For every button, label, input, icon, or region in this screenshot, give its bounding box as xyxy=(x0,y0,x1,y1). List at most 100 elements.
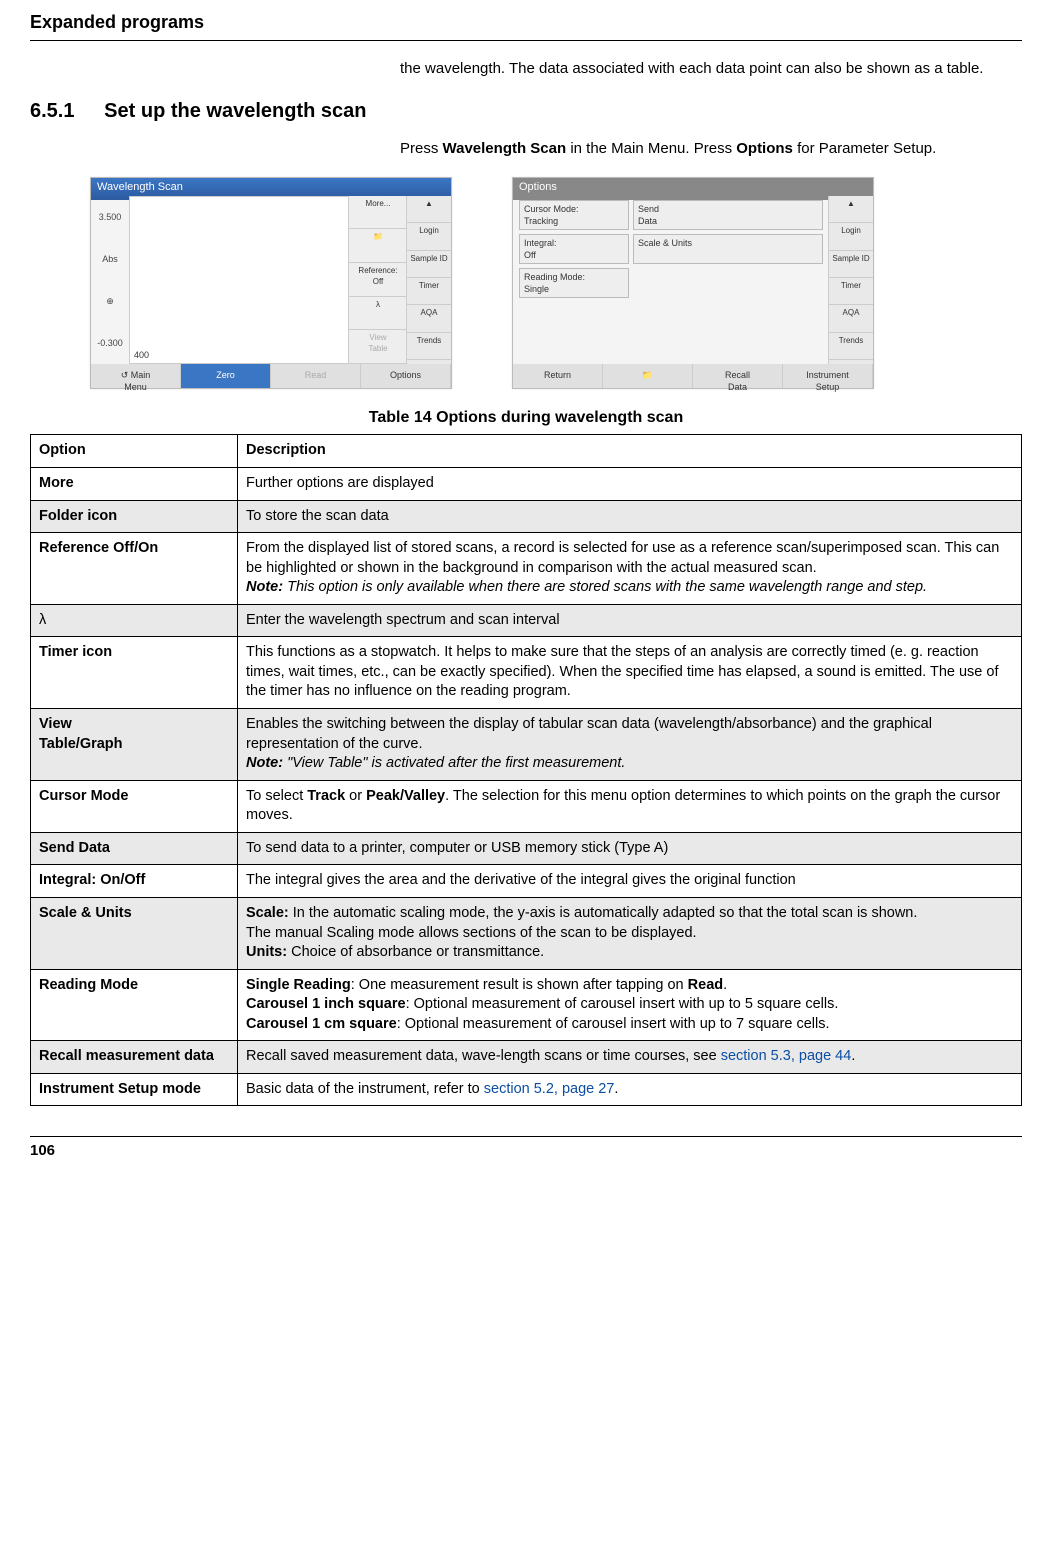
return-button[interactable]: Return xyxy=(513,364,603,388)
trends-button[interactable]: Trends xyxy=(829,333,873,360)
table-row: Folder icon To store the scan data xyxy=(31,500,1022,533)
running-head: Expanded programs xyxy=(30,0,1022,40)
intro-paragraph: the wavelength. The data associated with… xyxy=(400,59,1022,79)
read-bold: Read xyxy=(688,977,723,993)
opt-lambda: λ xyxy=(31,604,238,637)
opt-recall-data: Recall measurement data xyxy=(31,1041,238,1074)
carousel2-label: Carousel 1 cm square xyxy=(246,1016,397,1032)
opt-instrument-setup: Instrument Setup mode xyxy=(31,1073,238,1106)
desc-instrument-setup: Basic data of the instrument, refer to s… xyxy=(238,1073,1022,1106)
link-section-5-3[interactable]: section 5.3, page 44 xyxy=(721,1048,852,1064)
bottom-toolbar: Return 📁 Recall Data Instrument Setup xyxy=(513,364,873,388)
opt-folder: Folder icon xyxy=(31,500,238,533)
track-bold: Track xyxy=(307,788,345,804)
note-text: "View Table" is activated after the firs… xyxy=(283,755,625,771)
aqa-button[interactable]: AQA xyxy=(407,305,451,332)
text: To select xyxy=(246,788,307,804)
options-bold: Options xyxy=(736,140,793,157)
options-grid: Cursor Mode: Tracking Send Data Integral… xyxy=(519,200,823,360)
table-row: Integral: On/Off The integral gives the … xyxy=(31,865,1022,898)
scale-text: In the automatic scaling mode, the y-axi… xyxy=(289,905,918,921)
lambda-button[interactable]: λ xyxy=(349,297,407,331)
scale-units-button[interactable]: Scale & Units xyxy=(633,234,823,264)
send-data-button[interactable]: Send Data xyxy=(633,200,823,230)
timer-button[interactable]: Timer xyxy=(407,278,451,305)
link-section-5-2[interactable]: section 5.2, page 27 xyxy=(484,1081,615,1097)
page-number: 106 xyxy=(30,1141,1022,1181)
desc-scale-units: Scale: In the automatic scaling mode, th… xyxy=(238,897,1022,969)
desc-folder: To store the scan data xyxy=(238,500,1022,533)
options-button[interactable]: Options xyxy=(361,364,451,388)
table-row: λ Enter the wavelength spectrum and scan… xyxy=(31,604,1022,637)
units-text: Choice of absorbance or transmittance. xyxy=(287,944,544,960)
text: in the Main Menu. Press xyxy=(566,140,736,157)
folder-icon[interactable]: 📁 xyxy=(349,229,407,263)
section-number: 6.5.1 xyxy=(30,98,100,125)
y-unit: Abs xyxy=(91,253,129,265)
timer-button[interactable]: Timer xyxy=(829,278,873,305)
col-description: Description xyxy=(238,435,1022,468)
text: Recall saved measurement data, wave-leng… xyxy=(246,1048,721,1064)
opt-integral: Integral: On/Off xyxy=(31,865,238,898)
right-sidebar: ▲ Login Sample ID Timer AQA Trends ▼ xyxy=(828,196,873,388)
desc-reading-mode: Single Reading: One measurement result i… xyxy=(238,969,1022,1041)
note-label: Note: xyxy=(246,755,283,771)
single-reading-label: Single Reading xyxy=(246,977,351,993)
desc-cursor-mode: To select Track or Peak/Valley. The sele… xyxy=(238,780,1022,832)
view-table-button[interactable]: View Table xyxy=(349,330,407,364)
note-text: This option is only available when there… xyxy=(283,579,927,595)
plot-area: 400 06-JAN-2000 03:47:53 xyxy=(129,196,349,364)
opt-timer: Timer icon xyxy=(31,637,238,709)
zero-button[interactable]: Zero xyxy=(181,364,271,388)
recall-data-button[interactable]: Recall Data xyxy=(693,364,783,388)
login-button[interactable]: Login xyxy=(829,223,873,250)
read-button[interactable]: Read xyxy=(271,364,361,388)
table-row: Cursor Mode To select Track or Peak/Vall… xyxy=(31,780,1022,832)
carousel1-label: Carousel 1 inch square xyxy=(246,996,406,1012)
more-button[interactable]: More... xyxy=(349,196,407,230)
zoom-icon[interactable]: ⊕ xyxy=(91,295,129,307)
text: Press xyxy=(400,140,443,157)
integral-button[interactable]: Integral: Off xyxy=(519,234,629,264)
aqa-button[interactable]: AQA xyxy=(829,305,873,332)
section-title: Set up the wavelength scan xyxy=(104,98,366,125)
desc-view-table: Enables the switching between the displa… xyxy=(238,709,1022,781)
folder-icon[interactable]: 📁 xyxy=(603,364,693,388)
table-row: Reference Off/On From the displayed list… xyxy=(31,533,1022,605)
opt-reference: Reference Off/On xyxy=(31,533,238,605)
trends-button[interactable]: Trends xyxy=(407,333,451,360)
table-row: Send Data To send data to a printer, com… xyxy=(31,832,1022,865)
text: Enables the switching between the displa… xyxy=(246,716,932,752)
scroll-up-icon[interactable]: ▲ xyxy=(407,196,451,223)
table-row: View Table/Graph Enables the switching b… xyxy=(31,709,1022,781)
opt-cursor-mode: Cursor Mode xyxy=(31,780,238,832)
login-button[interactable]: Login xyxy=(407,223,451,250)
table-row: Recall measurement data Recall saved mea… xyxy=(31,1041,1022,1074)
reference-button[interactable]: Reference: Off xyxy=(349,263,407,297)
text: From the displayed list of stored scans,… xyxy=(246,540,999,576)
screenshot-options: Options Cursor Mode: Tracking Send Data … xyxy=(512,177,874,389)
instrument-setup-button[interactable]: Instrument Setup xyxy=(783,364,873,388)
reading-mode-button[interactable]: Reading Mode: Single xyxy=(519,268,629,298)
screenshot-wavelength-scan: Wavelength Scan 3.500 Abs ⊕ -0.300 400 0… xyxy=(90,177,452,389)
cursor-mode-button[interactable]: Cursor Mode: Tracking xyxy=(519,200,629,230)
desc-integral: The integral gives the area and the deri… xyxy=(238,865,1022,898)
x-min: 400 xyxy=(134,349,149,361)
sample-id-button[interactable]: Sample ID xyxy=(829,251,873,278)
desc-send-data: To send data to a printer, computer or U… xyxy=(238,832,1022,865)
footer-rule xyxy=(30,1136,1022,1137)
table-row: Timer icon This functions as a stopwatch… xyxy=(31,637,1022,709)
opt-reading-mode: Reading Mode xyxy=(31,969,238,1041)
sample-id-button[interactable]: Sample ID xyxy=(407,251,451,278)
section-instruction: Press Wavelength Scan in the Main Menu. … xyxy=(400,139,1022,159)
peak-valley-bold: Peak/Valley xyxy=(366,788,445,804)
table-header-row: Option Description xyxy=(31,435,1022,468)
text: for Parameter Setup. xyxy=(793,140,936,157)
y-axis-labels: 3.500 Abs ⊕ -0.300 xyxy=(91,196,129,364)
mid-buttons: More... 📁 Reference: Off λ View Table xyxy=(348,196,407,364)
main-menu-button[interactable]: ↺ Main Menu xyxy=(91,364,181,388)
window-title: Options xyxy=(513,178,873,200)
carousel2-text: : Optional measurement of carousel inser… xyxy=(397,1016,830,1032)
table-row: Instrument Setup mode Basic data of the … xyxy=(31,1073,1022,1106)
scroll-up-icon[interactable]: ▲ xyxy=(829,196,873,223)
